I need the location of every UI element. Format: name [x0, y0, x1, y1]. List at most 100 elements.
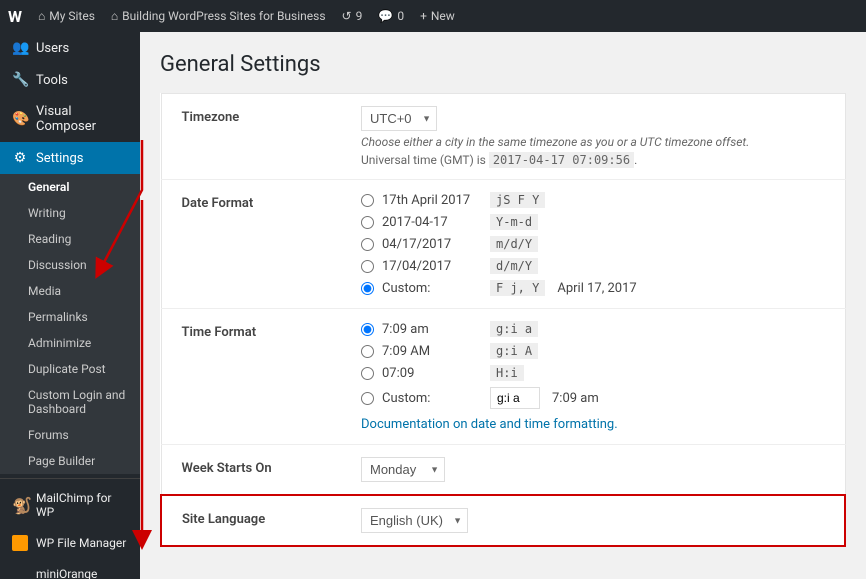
sidebar-item-mailchimp[interactable]: 🐒 MailChimp for WP — [0, 483, 140, 527]
site-name[interactable]: ⌂ Building WordPress Sites for Business — [111, 9, 326, 23]
sidebar-submenu-discussion[interactable]: Discussion — [0, 252, 140, 278]
time-format-options: 7:09 am g:i a 7:09 AM g:i A 07:09 H:i — [361, 321, 825, 409]
sidebar-submenu-media[interactable]: Media — [0, 278, 140, 304]
time-format-option-1: 7:09 AM g:i A — [361, 343, 825, 359]
tools-label: Tools — [36, 73, 68, 88]
comments-button[interactable]: 💬 0 — [378, 9, 404, 23]
site-title: Building WordPress Sites for Business — [122, 9, 325, 23]
wp-logo[interactable]: W — [8, 7, 22, 26]
updates-count: 9 — [356, 9, 363, 23]
site-language-value: English (UK) English (US) French — [341, 495, 845, 546]
home-icon: ⌂ — [111, 9, 118, 23]
date-format-label-1: 2017-04-17 — [382, 215, 482, 230]
timezone-description: Choose either a city in the same timezon… — [361, 135, 825, 149]
time-format-row: Time Format 7:09 am g:i a 7:09 AM g:i A — [161, 309, 845, 445]
time-format-code-2: H:i — [490, 365, 524, 381]
timezone-value: UTC+0 Choose either a city in the same t… — [341, 94, 845, 180]
new-label: New — [431, 9, 455, 23]
date-format-radio-4[interactable] — [361, 282, 374, 295]
miniorange-label: miniOrange Social Login, Sharing — [36, 567, 128, 579]
sidebar-submenu-duplicate-post[interactable]: Duplicate Post — [0, 356, 140, 382]
my-sites-menu[interactable]: ⌂ My Sites — [38, 9, 95, 23]
time-format-code-0: g:i a — [490, 321, 538, 337]
file-manager-label: WP File Manager — [36, 536, 126, 550]
users-icon: 👥 — [12, 40, 28, 56]
settings-label: Settings — [36, 151, 83, 166]
mailchimp-label: MailChimp for WP — [36, 491, 128, 519]
sidebar-submenu-page-builder[interactable]: Page Builder — [0, 448, 140, 474]
comments-icon: 💬 — [378, 9, 393, 23]
settings-icon: ⚙ — [12, 150, 28, 166]
sidebar-item-visual-composer[interactable]: 🎨 Visual Composer — [0, 96, 140, 142]
top-bar: W ⌂ My Sites ⌂ Building WordPress Sites … — [0, 0, 866, 32]
date-format-radio-0[interactable] — [361, 194, 374, 207]
doc-link[interactable]: Documentation on date and time formattin… — [361, 417, 618, 432]
sidebar-submenu-permalinks[interactable]: Permalinks — [0, 304, 140, 330]
time-format-custom-input[interactable] — [490, 387, 540, 409]
date-format-value: 17th April 2017 jS F Y 2017-04-17 Y-m-d … — [341, 180, 845, 309]
time-format-value: 7:09 am g:i a 7:09 AM g:i A 07:09 H:i — [341, 309, 845, 445]
date-format-options: 17th April 2017 jS F Y 2017-04-17 Y-m-d … — [361, 192, 825, 296]
time-format-label-2: 07:09 — [382, 366, 482, 381]
sidebar-submenu-adminimize[interactable]: Adminimize — [0, 330, 140, 356]
date-format-label-0: 17th April 2017 — [382, 193, 482, 208]
date-format-radio-3[interactable] — [361, 260, 374, 273]
site-language-select[interactable]: English (UK) English (US) French — [361, 508, 468, 533]
sidebar-submenu-general[interactable]: General — [0, 174, 140, 200]
visual-composer-label: Visual Composer — [36, 104, 128, 134]
time-format-radio-0[interactable] — [361, 323, 374, 336]
sidebar-submenu-writing[interactable]: Writing — [0, 200, 140, 226]
date-format-option-0: 17th April 2017 jS F Y — [361, 192, 825, 208]
timezone-select[interactable]: UTC+0 — [361, 106, 437, 131]
week-starts-label: Week Starts On — [161, 445, 341, 496]
settings-table: Timezone UTC+0 Choose either a city in t… — [160, 93, 846, 547]
updates-icon: ↺ — [342, 9, 352, 23]
date-format-row: Date Format 17th April 2017 jS F Y 2017-… — [161, 180, 845, 309]
my-sites-label: My Sites — [49, 9, 95, 23]
wp-icon: W — [8, 7, 22, 26]
sidebar-item-settings[interactable]: ⚙ Settings — [0, 142, 140, 174]
time-format-option-3: Custom: 7:09 am — [361, 387, 825, 409]
file-manager-icon — [12, 535, 28, 551]
date-format-code-1: Y-m-d — [490, 214, 538, 230]
tools-icon: 🔧 — [12, 72, 28, 88]
date-format-option-3: 17/04/2017 d/m/Y — [361, 258, 825, 274]
time-format-radio-3[interactable] — [361, 392, 374, 405]
new-button[interactable]: + New — [420, 9, 455, 23]
time-format-label: Time Format — [161, 309, 341, 445]
date-format-label-2: 04/17/2017 — [382, 237, 482, 252]
date-format-option-4: Custom: F j, Y April 17, 2017 — [361, 280, 825, 296]
sidebar-submenu-reading[interactable]: Reading — [0, 226, 140, 252]
mailchimp-icon: 🐒 — [12, 496, 28, 515]
date-format-radio-2[interactable] — [361, 238, 374, 251]
date-format-label-3: 17/04/2017 — [382, 259, 482, 274]
doc-link-container: Documentation on date and time formattin… — [361, 417, 825, 432]
time-format-radio-1[interactable] — [361, 345, 374, 358]
date-format-radio-1[interactable] — [361, 216, 374, 229]
sidebar-submenu-forums[interactable]: Forums — [0, 422, 140, 448]
time-format-label-1: 7:09 AM — [382, 344, 482, 359]
timezone-row: Timezone UTC+0 Choose either a city in t… — [161, 94, 845, 180]
week-starts-select[interactable]: Monday Sunday Tuesday — [361, 457, 445, 482]
sidebar-item-users[interactable]: 👥 Users — [0, 32, 140, 64]
time-format-radio-2[interactable] — [361, 367, 374, 380]
time-format-label-3: Custom: — [382, 391, 482, 406]
time-format-option-0: 7:09 am g:i a — [361, 321, 825, 337]
site-language-row: Site Language English (UK) English (US) … — [161, 495, 845, 546]
updates-button[interactable]: ↺ 9 — [342, 9, 363, 23]
date-format-option-2: 04/17/2017 m/d/Y — [361, 236, 825, 252]
time-format-custom-preview: 7:09 am — [552, 391, 599, 406]
utc-time: 2017-04-17 07:09:56 — [489, 152, 634, 168]
sidebar-submenu-custom-login[interactable]: Custom Login and Dashboard — [0, 382, 140, 422]
date-format-option-1: 2017-04-17 Y-m-d — [361, 214, 825, 230]
week-starts-row: Week Starts On Monday Sunday Tuesday — [161, 445, 845, 496]
content-area: General Settings Timezone UTC+0 Choose e… — [140, 32, 866, 579]
users-label: Users — [36, 41, 69, 56]
settings-submenu: General Writing Reading Discussion Media… — [0, 174, 140, 474]
sidebar-item-tools[interactable]: 🔧 Tools — [0, 64, 140, 96]
date-format-preview: April 17, 2017 — [557, 281, 636, 296]
sidebar-item-miniorange[interactable]: 🟠 miniOrange Social Login, Sharing — [0, 559, 140, 579]
time-format-code-1: g:i A — [490, 343, 538, 359]
timezone-utc: Universal time (GMT) is 2017-04-17 07:09… — [361, 153, 825, 167]
sidebar-item-file-manager[interactable]: WP File Manager — [0, 527, 140, 559]
